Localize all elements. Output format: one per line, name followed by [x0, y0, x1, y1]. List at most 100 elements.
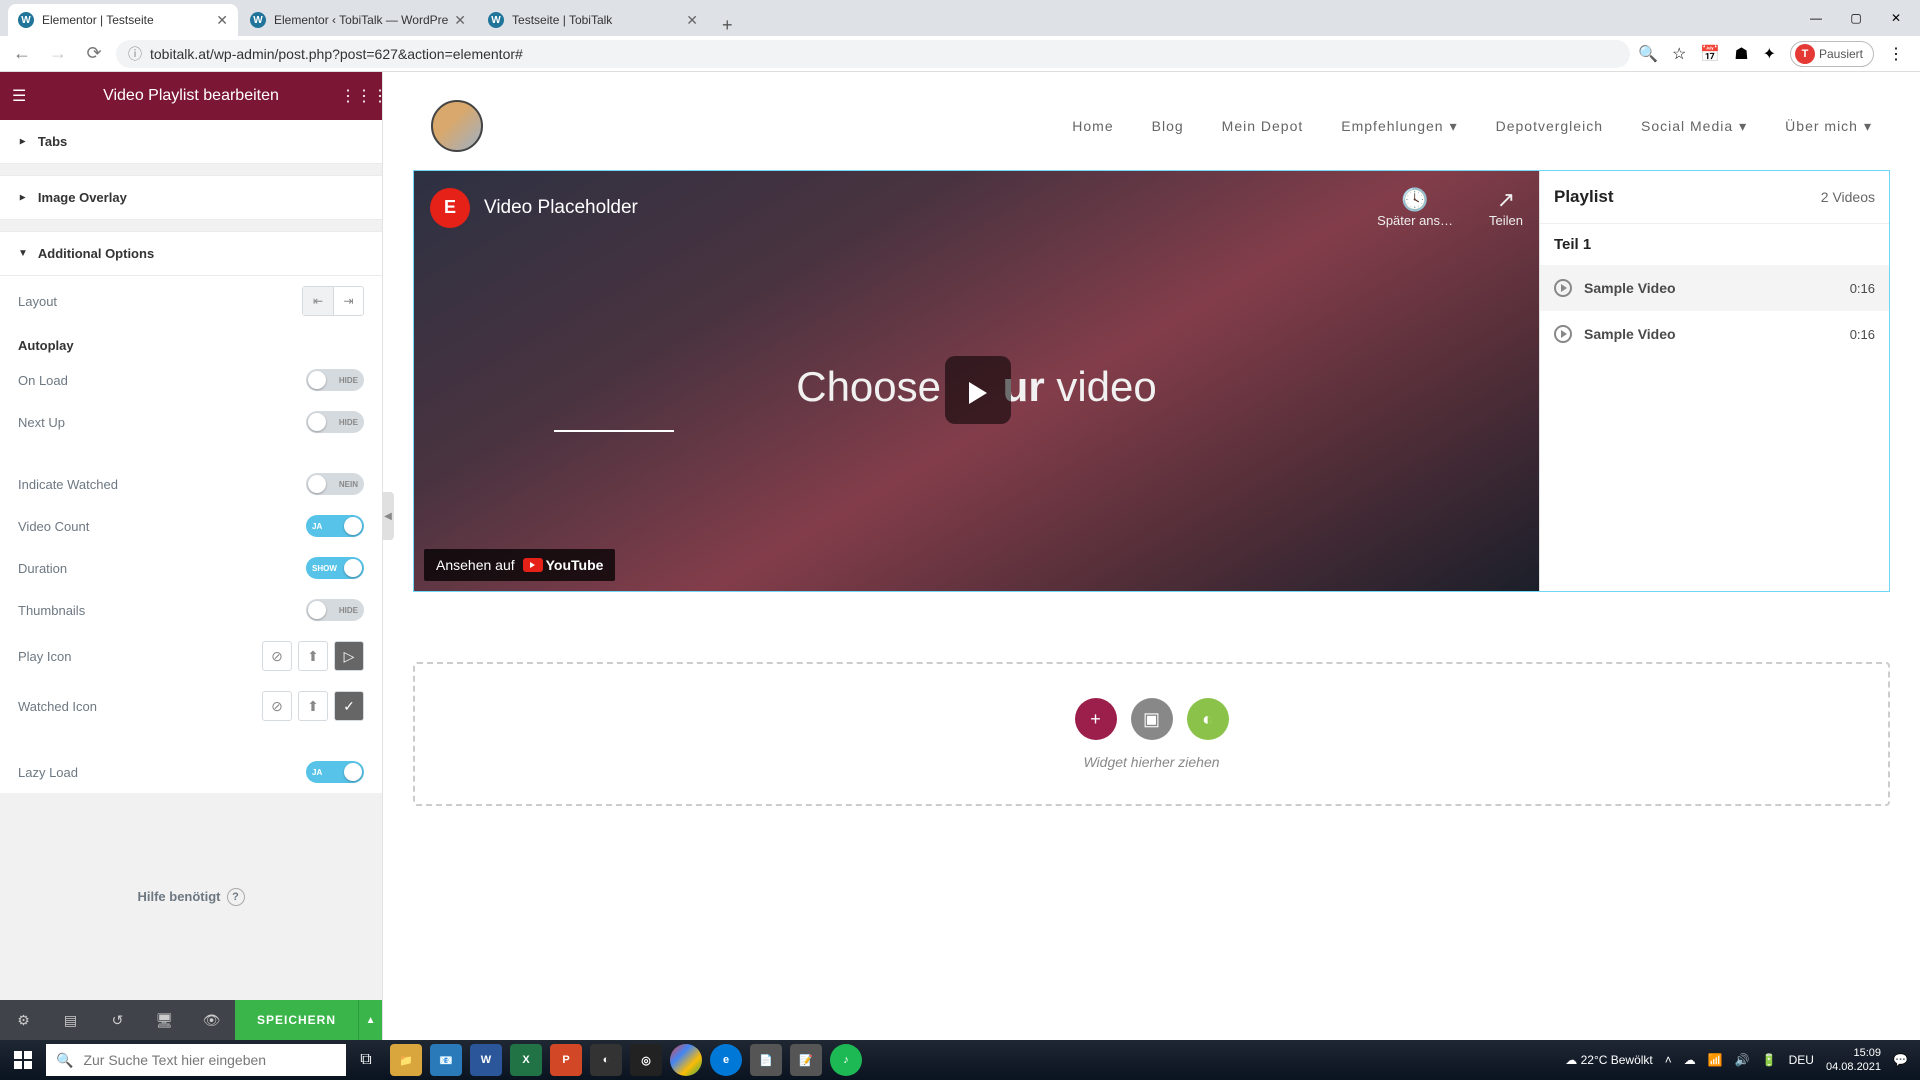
section-additional-options[interactable]: ▼ Additional Options	[0, 232, 382, 276]
battery-icon[interactable]: 🔋	[1762, 1053, 1777, 1067]
nav-item-dropdown[interactable]: Über mich ▾	[1785, 118, 1872, 135]
taskbar-app[interactable]: 📄	[746, 1040, 786, 1080]
browser-tab[interactable]: W Testseite | TobiTalk ✕	[478, 4, 708, 36]
taskbar-app-word[interactable]: W	[466, 1040, 506, 1080]
help-link[interactable]: Hilfe benötigt ?	[137, 888, 244, 906]
nav-item[interactable]: Home	[1072, 118, 1113, 135]
navigator-icon[interactable]: ▤	[47, 1012, 94, 1029]
toggle-video-count[interactable]: JA	[306, 515, 364, 537]
taskbar-app[interactable]: ◐	[586, 1040, 626, 1080]
icon-none-button[interactable]: ⊘	[262, 641, 292, 671]
nav-item[interactable]: Depotvergleich	[1496, 118, 1603, 135]
preview-icon[interactable]: 👁	[188, 1012, 235, 1029]
playlist-item[interactable]: Sample Video 0:16	[1540, 265, 1889, 311]
layout-right-button[interactable]: ⇥	[333, 287, 363, 315]
wifi-icon[interactable]: 📶	[1708, 1053, 1723, 1067]
layout-left-button[interactable]: ⇤	[303, 287, 333, 315]
close-icon[interactable]: ✕	[454, 12, 466, 29]
taskbar-app-edge[interactable]: e	[706, 1040, 746, 1080]
taskbar-app[interactable]: 📁	[386, 1040, 426, 1080]
history-icon[interactable]: ↺	[94, 1012, 141, 1029]
settings-icon[interactable]: ⚙	[0, 1012, 47, 1029]
toggle-on-load[interactable]: HIDE	[306, 369, 364, 391]
task-view-button[interactable]: ⧉	[346, 1040, 386, 1080]
share-button[interactable]: ↗ Teilen	[1489, 187, 1523, 228]
play-button[interactable]	[945, 356, 1011, 424]
icon-upload-button[interactable]: ⬆	[298, 641, 328, 671]
add-section-button[interactable]: +	[1075, 698, 1117, 740]
chevron-right-icon: ▼	[17, 137, 28, 147]
playlist-item-duration: 0:16	[1850, 281, 1875, 296]
extension-icon[interactable]: ☗	[1734, 44, 1748, 64]
widgets-grid-icon[interactable]: ⋮⋮⋮	[340, 86, 370, 106]
kit-button[interactable]: ◐	[1187, 698, 1229, 740]
toggle-next-up[interactable]: HIDE	[306, 411, 364, 433]
taskbar-app-powerpoint[interactable]: P	[546, 1040, 586, 1080]
nav-item-dropdown[interactable]: Social Media ▾	[1641, 118, 1747, 135]
onedrive-icon[interactable]: ☁	[1684, 1053, 1696, 1067]
start-button[interactable]	[0, 1040, 46, 1080]
back-button[interactable]: ←	[8, 43, 36, 64]
taskbar-app-chrome[interactable]	[666, 1040, 706, 1080]
site-logo[interactable]	[431, 100, 483, 152]
watch-later-button[interactable]: 🕓 Später ans…	[1377, 187, 1453, 228]
responsive-icon[interactable]: 🖥	[141, 1012, 188, 1029]
maximize-button[interactable]: ▢	[1836, 11, 1876, 25]
zoom-icon[interactable]: 🔍	[1638, 44, 1658, 64]
close-icon[interactable]: ✕	[216, 12, 228, 29]
watch-on-youtube-button[interactable]: Ansehen auf YouTube	[424, 549, 615, 581]
taskbar-app-spotify[interactable]: ♪	[826, 1040, 866, 1080]
icon-upload-button[interactable]: ⬆	[298, 691, 328, 721]
toggle-duration[interactable]: SHOW	[306, 557, 364, 579]
extension-icon[interactable]: 📅	[1700, 44, 1720, 64]
widget-dropzone[interactable]: + ▣ ◐ Widget hierher ziehen	[413, 662, 1890, 806]
close-window-button[interactable]: ✕	[1876, 11, 1916, 25]
taskbar-app[interactable]: 📧	[426, 1040, 466, 1080]
volume-icon[interactable]: 🔊	[1735, 1053, 1750, 1067]
extensions-menu-icon[interactable]: ✦	[1763, 44, 1776, 64]
taskbar-clock[interactable]: 15:09 04.08.2021	[1826, 1046, 1881, 1074]
site-info-icon[interactable]: ⓘ	[128, 44, 142, 64]
hamburger-icon[interactable]: ☰	[12, 86, 42, 106]
profile-button[interactable]: T Pausiert	[1790, 41, 1874, 67]
taskbar-app-obs[interactable]: ◎	[626, 1040, 666, 1080]
new-tab-button[interactable]: +	[710, 15, 745, 36]
icon-library-button[interactable]: ✓	[334, 691, 364, 721]
minimize-button[interactable]: —	[1796, 11, 1836, 25]
video-playlist-widget[interactable]: E Video Placeholder 🕓 Später ans… ↗ Teil…	[413, 170, 1890, 592]
close-icon[interactable]: ✕	[686, 12, 698, 29]
url-field[interactable]: ⓘ tobitalk.at/wp-admin/post.php?post=627…	[116, 40, 1630, 68]
section-image-overlay[interactable]: ▼ Image Overlay	[0, 176, 382, 220]
taskbar-app[interactable]: 📝	[786, 1040, 826, 1080]
browser-tab[interactable]: W Elementor ‹ TobiTalk — WordPre ✕	[240, 4, 476, 36]
nav-item-dropdown[interactable]: Empfehlungen ▾	[1341, 118, 1457, 135]
menu-icon[interactable]: ⋮	[1888, 44, 1904, 64]
playlist-panel: Playlist 2 Videos Teil 1 Sample Video 0:…	[1539, 171, 1889, 591]
weather-widget[interactable]: ☁ 22°C Bewölkt	[1565, 1053, 1653, 1067]
layout-buttons: ⇤ ⇥	[302, 286, 364, 316]
browser-tab-active[interactable]: W Elementor | Testseite ✕	[8, 4, 238, 36]
language-indicator[interactable]: DEU	[1789, 1053, 1814, 1067]
save-button[interactable]: SPEICHERN	[235, 1000, 358, 1040]
icon-library-button[interactable]: ▷	[334, 641, 364, 671]
collapse-panel-button[interactable]: ◀	[382, 492, 394, 540]
save-dropdown-button[interactable]: ▲	[358, 1000, 382, 1040]
forward-button[interactable]: →	[44, 43, 72, 64]
bookmark-icon[interactable]: ☆	[1672, 44, 1686, 64]
tray-chevron-icon[interactable]: ˄	[1665, 1053, 1672, 1067]
toggle-thumbnails[interactable]: HIDE	[306, 599, 364, 621]
toggle-indicate-watched[interactable]: NEIN	[306, 473, 364, 495]
toggle-lazy-load[interactable]: JA	[306, 761, 364, 783]
taskbar-search[interactable]: 🔍 Zur Suche Text hier eingeben	[46, 1044, 346, 1076]
nav-item[interactable]: Blog	[1152, 118, 1184, 135]
template-library-button[interactable]: ▣	[1131, 698, 1173, 740]
video-player[interactable]: E Video Placeholder 🕓 Später ans… ↗ Teil…	[414, 171, 1539, 591]
icon-none-button[interactable]: ⊘	[262, 691, 292, 721]
notifications-icon[interactable]: 💬	[1893, 1053, 1908, 1067]
section-label: Additional Options	[38, 246, 154, 261]
taskbar-app-excel[interactable]: X	[506, 1040, 546, 1080]
playlist-item[interactable]: Sample Video 0:16	[1540, 311, 1889, 357]
nav-item[interactable]: Mein Depot	[1222, 118, 1304, 135]
reload-button[interactable]: ⟳	[80, 43, 108, 64]
section-tabs[interactable]: ▼ Tabs	[0, 120, 382, 164]
